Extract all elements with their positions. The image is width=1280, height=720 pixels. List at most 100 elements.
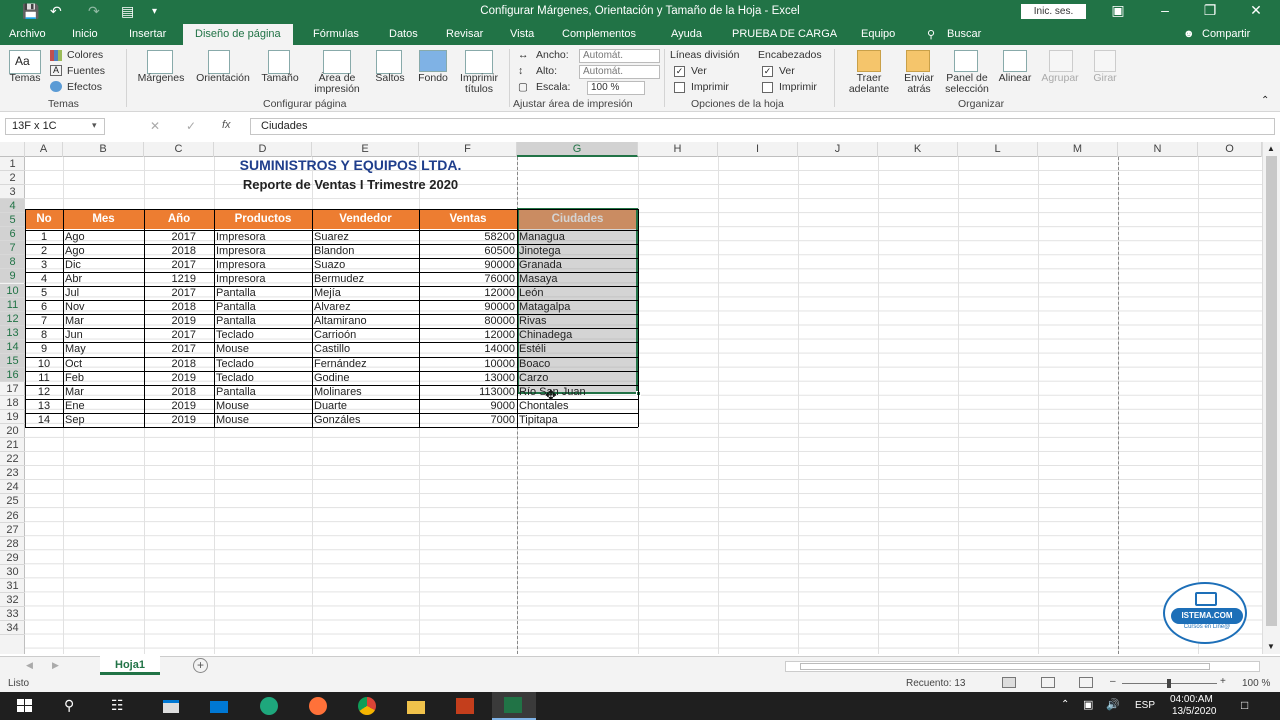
row-header[interactable]: 13 — [0, 325, 25, 340]
cell-ciudad[interactable]: Masaya — [517, 272, 638, 286]
row-header[interactable]: 1 — [0, 157, 25, 171]
cell-ventas[interactable]: 13000 — [419, 371, 517, 385]
add-sheet-icon[interactable]: + — [193, 658, 208, 673]
column-header-g[interactable]: G — [517, 142, 638, 157]
cell-ano[interactable]: 2018 — [144, 244, 214, 258]
firefox-icon[interactable] — [307, 696, 329, 716]
cell-vendedor[interactable]: Carrioón — [312, 328, 419, 342]
cell-producto[interactable]: Mouse — [214, 342, 312, 356]
background-button[interactable]: Fondo — [413, 73, 453, 84]
vertical-scrollbar[interactable]: ▲ ▼ — [1262, 142, 1280, 654]
table-header-ano[interactable]: Año — [144, 209, 214, 229]
cell-vendedor[interactable]: Fernández — [312, 357, 419, 371]
cell-vendedor[interactable]: Bermudez — [312, 272, 419, 286]
cell-ano[interactable]: 2017 — [144, 258, 214, 272]
notifications-icon[interactable]: □ — [1241, 698, 1248, 712]
row-header[interactable]: 15 — [0, 353, 25, 368]
size-icon[interactable] — [268, 50, 290, 74]
task-view-icon[interactable]: ☷ — [111, 697, 124, 714]
mail-icon[interactable] — [208, 696, 230, 716]
themes-button[interactable]: Temas — [6, 73, 44, 84]
sheet-tab-hoja1[interactable]: Hoja1 — [100, 656, 160, 675]
tab-ayuda[interactable]: Ayuda — [671, 28, 702, 40]
cell-mes[interactable]: Nov — [63, 300, 144, 314]
cell-mes[interactable]: Ene — [63, 399, 144, 413]
clock-date[interactable]: 13/5/2020 — [1172, 706, 1217, 717]
cell-mes[interactable]: Jun — [63, 328, 144, 342]
size-button[interactable]: Tamaño — [256, 73, 304, 84]
align-button[interactable]: Alinear — [994, 73, 1036, 84]
ribbon-display-options-icon[interactable]: ▣ — [1108, 2, 1128, 19]
row-header[interactable]: 10 — [0, 283, 25, 298]
row-header[interactable]: 32 — [0, 593, 25, 607]
background-icon[interactable] — [419, 50, 447, 72]
share-icon[interactable]: ☻ — [1183, 28, 1195, 40]
cell-ventas[interactable]: 58200 — [419, 230, 517, 244]
cell-ano[interactable]: 2019 — [144, 399, 214, 413]
cell-producto[interactable]: Pantalla — [214, 314, 312, 328]
table-header-productos[interactable]: Productos — [214, 209, 312, 229]
volume-icon[interactable]: 🔊 — [1106, 698, 1120, 711]
tab-vista[interactable]: Vista — [510, 28, 534, 40]
scale-spinner[interactable]: 100 % — [587, 81, 645, 95]
row-header[interactable]: 27 — [0, 523, 25, 537]
cell-mes[interactable]: Dic — [63, 258, 144, 272]
headings-print-checkbox[interactable] — [762, 82, 773, 93]
minimize-icon[interactable]: – — [1155, 2, 1175, 18]
cell-producto[interactable]: Pantalla — [214, 385, 312, 399]
column-header-i[interactable]: I — [718, 142, 798, 157]
language-indicator[interactable]: ESP — [1135, 700, 1155, 711]
cell-ano[interactable]: 2019 — [144, 371, 214, 385]
vertical-scroll-thumb[interactable] — [1266, 156, 1277, 626]
cell-vendedor[interactable]: Blandon — [312, 244, 419, 258]
cell-producto[interactable]: Impresora — [214, 272, 312, 286]
select-all-button[interactable] — [0, 142, 25, 157]
cell-mes[interactable]: Mar — [63, 385, 144, 399]
zoom-level[interactable]: 100 % — [1242, 678, 1270, 689]
clock-time[interactable]: 04:00:AM — [1170, 694, 1213, 705]
tab-diseno-de-pagina[interactable]: Diseño de página — [183, 24, 293, 45]
row-header[interactable]: 2 — [0, 171, 25, 186]
print-titles-icon[interactable] — [465, 50, 493, 74]
cancel-icon[interactable]: ✕ — [150, 119, 160, 133]
cell-producto[interactable]: Pantalla — [214, 286, 312, 300]
restore-icon[interactable]: ❐ — [1200, 2, 1220, 19]
row-header[interactable]: 20 — [0, 424, 25, 439]
cell-vendedor[interactable]: Molinares — [312, 385, 419, 399]
column-header-l[interactable]: L — [958, 142, 1038, 157]
taskbar-search-icon[interactable]: ⚲ — [64, 697, 74, 714]
rotate-button[interactable]: Girar — [1084, 73, 1126, 84]
cell-ano[interactable]: 2019 — [144, 413, 214, 427]
scroll-up-icon[interactable]: ▲ — [1267, 144, 1275, 153]
cell-no[interactable]: 3 — [25, 258, 63, 272]
column-header-m[interactable]: M — [1038, 142, 1118, 157]
cell-vendedor[interactable]: Suazo — [312, 258, 419, 272]
row-header[interactable]: 14 — [0, 339, 25, 354]
cell-ventas[interactable]: 60500 — [419, 244, 517, 258]
cell-mes[interactable]: May — [63, 342, 144, 356]
column-header-a[interactable]: A — [25, 142, 63, 157]
collapse-ribbon-icon[interactable]: ⌃ — [1261, 95, 1269, 106]
cell-mes[interactable]: Ago — [63, 244, 144, 258]
cell-producto[interactable]: Impresora — [214, 244, 312, 258]
fonts-button[interactable]: Fuentes — [67, 65, 105, 77]
group-icon[interactable] — [1049, 50, 1073, 72]
cell-no[interactable]: 9 — [25, 342, 63, 356]
row-header[interactable]: 26 — [0, 509, 25, 523]
tab-insertar[interactable]: Insertar — [129, 28, 166, 40]
sign-in-button[interactable]: Inic. ses. — [1021, 4, 1086, 19]
cell-ventas[interactable]: 90000 — [419, 300, 517, 314]
row-header[interactable]: 34 — [0, 621, 25, 635]
share-button[interactable]: Compartir — [1202, 28, 1250, 40]
cell-ventas[interactable]: 12000 — [419, 286, 517, 300]
cell-ano[interactable]: 2017 — [144, 286, 214, 300]
cell-producto[interactable]: Mouse — [214, 399, 312, 413]
cell-ano[interactable]: 2017 — [144, 342, 214, 356]
edge-icon[interactable] — [258, 696, 280, 716]
height-select[interactable]: Automát. — [579, 65, 660, 79]
table-header-mes[interactable]: Mes — [63, 209, 144, 229]
print-area-icon[interactable] — [323, 50, 351, 74]
cell-no[interactable]: 7 — [25, 314, 63, 328]
cell-producto[interactable]: Teclado — [214, 371, 312, 385]
print-area-button[interactable]: Área de impresión — [306, 73, 368, 95]
